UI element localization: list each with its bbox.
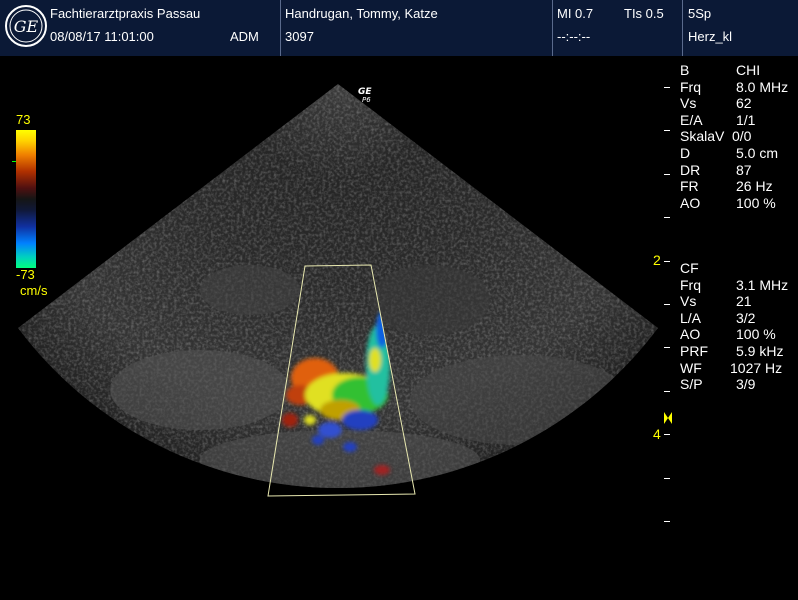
operator-id: ADM — [230, 29, 259, 44]
b-mode-parameters: B CHI Frq 8.0 MHz Vs 62 E/A 1/1 SkalaV 0/0 D… — [680, 62, 789, 211]
clinic-name: Fachtierarztpraxis Passau — [50, 6, 201, 21]
exam-datetime: 08/08/17 11:01:00 — [50, 29, 154, 44]
ge-logo-icon: GE — [5, 5, 47, 47]
timer-display: --:--:-- — [557, 29, 591, 44]
ultrasound-image: GE P6 — [18, 84, 658, 497]
mechanical-index: MI 0.7 — [557, 6, 594, 21]
focus-marker-icon[interactable] — [663, 411, 673, 425]
patient-id: 3097 — [285, 29, 314, 44]
info-header: GE Fachtierarztpraxis Passau 08/08/17 11… — [0, 0, 798, 56]
probe-name: 5Sp — [688, 6, 712, 21]
probe-mark-model: P6 — [362, 96, 371, 104]
colorbar-min-label: -73 — [16, 267, 35, 282]
svg-text:GE: GE — [14, 17, 39, 36]
colorbar-marker — [12, 161, 16, 162]
b-param-value: 8.0 MHz — [736, 78, 789, 95]
patient-name: Handrugan, Tommy, Katze — [285, 6, 438, 21]
colorbar-unit: cm/s — [20, 283, 48, 298]
b-param-key: Frq — [680, 78, 701, 95]
b-mode-sector — [18, 84, 658, 489]
velocity-colorbar — [16, 130, 36, 268]
color-flow-parameters: CF Frq 3.1 MHz Vs 21 L/A 3/2 AO 100 % PRF 5.9… — [680, 260, 789, 393]
exam-preset: Herz_kl — [688, 29, 733, 44]
thermal-index: TIs 0.5 — [624, 6, 664, 21]
depth-mark-2: 2 — [653, 252, 661, 268]
colorbar-max-label: 73 — [16, 112, 31, 127]
depth-mark-4: 4 — [653, 426, 661, 442]
